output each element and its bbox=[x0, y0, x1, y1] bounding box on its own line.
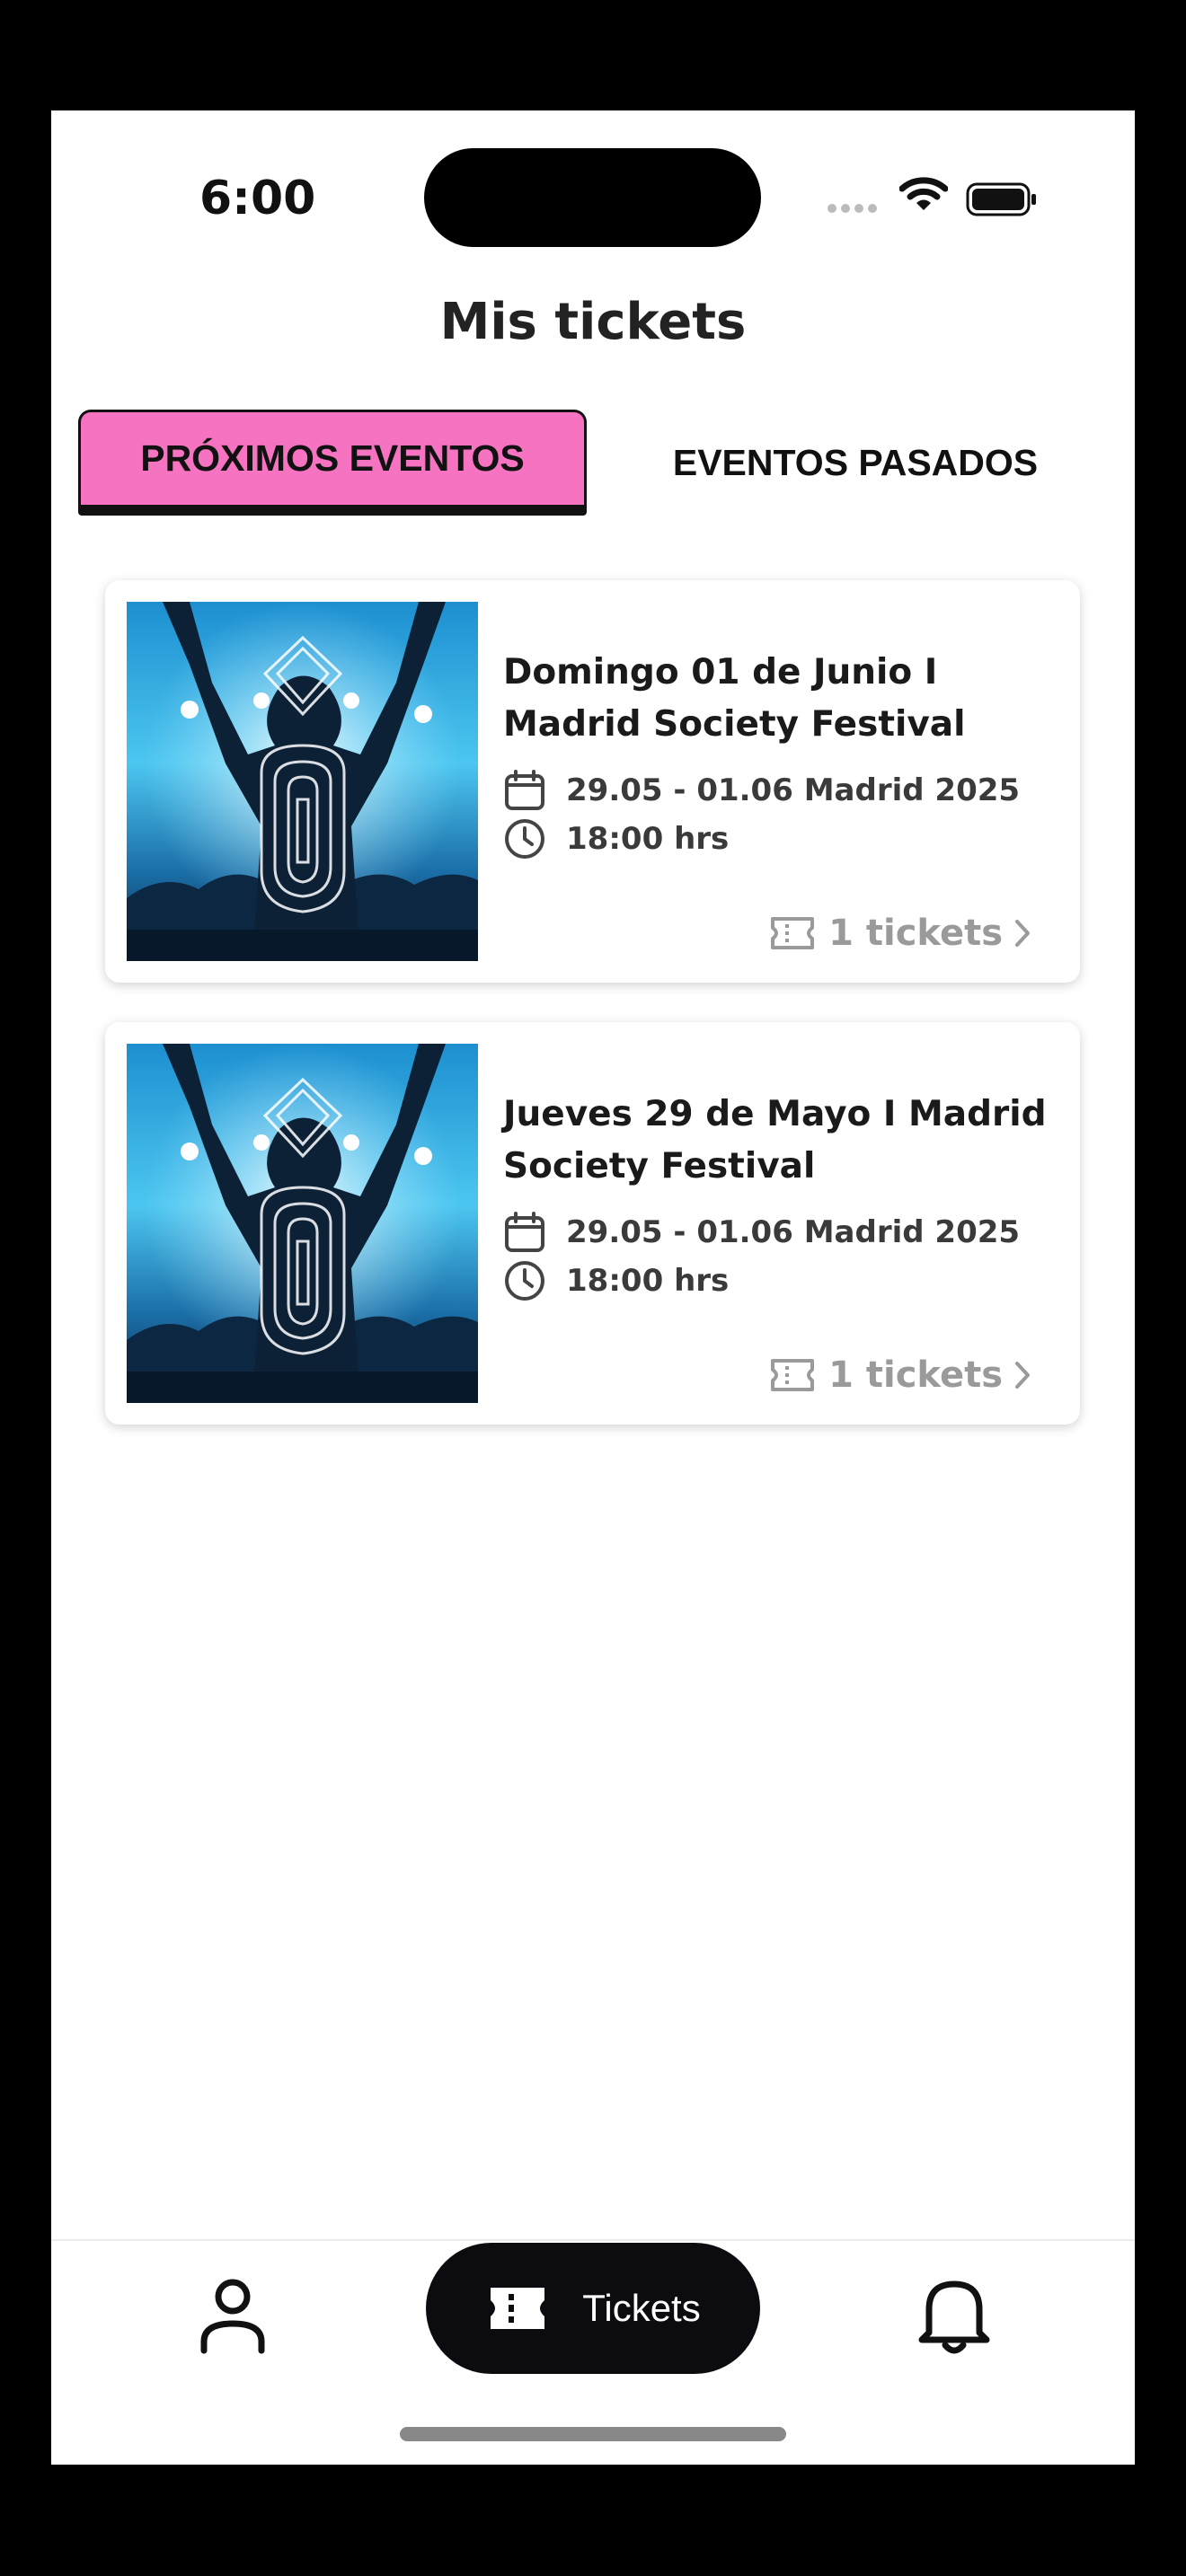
chevron-right-icon bbox=[1015, 1362, 1030, 1389]
signal-icon bbox=[828, 204, 877, 213]
clock-icon bbox=[505, 819, 544, 859]
event-image bbox=[127, 602, 478, 961]
tab-past-events-label: EVENTOS PASADOS bbox=[672, 441, 1039, 483]
chevron-right-icon bbox=[1015, 920, 1030, 947]
event-time-row: 18:00 hrs bbox=[503, 1259, 729, 1302]
tab-upcoming-events[interactable]: PRÓXIMOS EVENTOS bbox=[78, 410, 587, 516]
event-card[interactable]: Domingo 01 de Junio I Madrid Society Fes… bbox=[105, 580, 1080, 983]
ticket-icon bbox=[771, 1359, 815, 1391]
clock-icon bbox=[505, 1261, 544, 1301]
event-title: Domingo 01 de Junio I Madrid Society Fes… bbox=[503, 652, 966, 745]
calendar-icon bbox=[505, 770, 544, 810]
event-time: 18:00 hrs bbox=[566, 821, 730, 857]
wifi-icon bbox=[899, 177, 948, 210]
event-time: 18:00 hrs bbox=[566, 1263, 730, 1299]
event-time-row: 18:00 hrs bbox=[503, 817, 729, 860]
tab-past-events[interactable]: EVENTOS PASADOS bbox=[590, 410, 1120, 516]
dynamic-island bbox=[424, 148, 761, 247]
bell-icon bbox=[918, 2280, 990, 2354]
calendar-icon bbox=[505, 1212, 544, 1252]
tab-upcoming-events-label: PRÓXIMOS EVENTOS bbox=[140, 437, 525, 479]
user-icon bbox=[200, 2279, 265, 2354]
status-time: 6:00 bbox=[199, 172, 316, 225]
tickets-count-label: 1 tickets bbox=[828, 913, 1003, 954]
event-card[interactable]: Jueves 29 de Mayo I Madrid Society Festi… bbox=[105, 1022, 1080, 1425]
tickets-count-link[interactable]: 1 tickets bbox=[769, 1354, 1033, 1396]
nav-profile-button[interactable] bbox=[197, 2275, 269, 2356]
event-date-row: 29.05 - 01.06 Madrid 2025 bbox=[503, 769, 1020, 812]
home-indicator[interactable] bbox=[400, 2427, 786, 2441]
nav-tickets-button[interactable]: Tickets bbox=[426, 2243, 760, 2374]
event-image bbox=[127, 1044, 478, 1403]
nav-notifications-button[interactable] bbox=[916, 2273, 992, 2356]
event-title: Jueves 29 de Mayo I Madrid Society Festi… bbox=[503, 1094, 1047, 1187]
tickets-count-label: 1 tickets bbox=[828, 1354, 1003, 1396]
battery-icon bbox=[966, 182, 1036, 216]
event-date-row: 29.05 - 01.06 Madrid 2025 bbox=[503, 1211, 1020, 1254]
phone-screen: 6:00 Mis tickets PRÓXIMOS EVENTOS EVENTO… bbox=[51, 110, 1135, 2465]
page-title: Mis tickets bbox=[439, 293, 747, 351]
ticket-icon bbox=[771, 917, 815, 949]
ticket-icon bbox=[491, 2288, 545, 2329]
event-dates: 29.05 - 01.06 Madrid 2025 bbox=[566, 1214, 1021, 1250]
event-dates: 29.05 - 01.06 Madrid 2025 bbox=[566, 772, 1021, 808]
nav-tickets-label: Tickets bbox=[582, 2287, 701, 2329]
tickets-count-link[interactable]: 1 tickets bbox=[769, 913, 1033, 954]
